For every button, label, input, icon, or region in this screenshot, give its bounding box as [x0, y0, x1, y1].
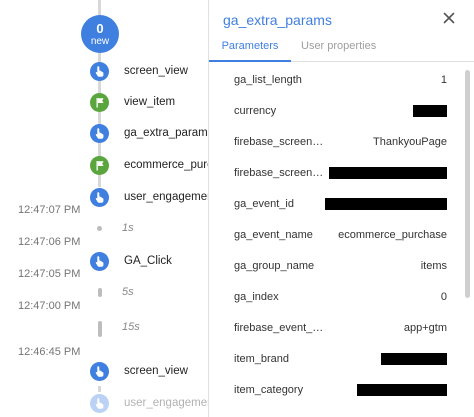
redacted-value — [381, 353, 447, 365]
param-key: currency — [234, 105, 277, 117]
flag-icon — [90, 155, 109, 175]
timeline-line — [98, 0, 101, 16]
param-key: firebase_screen_id — [234, 167, 326, 179]
event-label: user_engagement — [124, 191, 210, 203]
close-icon[interactable] — [441, 10, 457, 26]
param-row: firebase_screen_cl... ThankyouPage — [209, 128, 461, 159]
timeline-event[interactable]: screen_view — [90, 360, 188, 382]
param-key: ga_list_length — [234, 74, 302, 86]
timestamp: 12:47:00 PM — [18, 300, 81, 312]
event-detail-panel: ga_extra_params Parameters User properti… — [208, 0, 474, 417]
event-timeline: 0 new screen_view view_item ga_extra_par… — [0, 0, 210, 417]
event-label: view_item — [124, 96, 176, 108]
timestamp: 12:46:45 PM — [18, 346, 81, 358]
redacted-value — [325, 198, 447, 210]
param-key: ga_event_name — [234, 229, 313, 241]
event-label: GA_Click — [124, 255, 172, 267]
timeline-event[interactable]: screen_view — [90, 60, 188, 82]
panel-tabs: Parameters User properties — [209, 36, 474, 62]
timeline-event[interactable]: user_engagement — [90, 392, 210, 414]
param-row: item_brand — [209, 345, 461, 376]
gap-marker — [98, 288, 102, 297]
param-value: app+gtm — [403, 322, 447, 334]
new-events-badge[interactable]: 0 new — [81, 15, 119, 53]
tab-user-properties[interactable]: User properties — [301, 38, 376, 62]
time-gap-label: 1s — [122, 222, 134, 234]
new-events-label: new — [90, 35, 110, 47]
param-row: item_category — [209, 376, 461, 407]
panel-title: ga_extra_params — [223, 12, 332, 28]
timeline-event[interactable]: user_engagement — [90, 186, 210, 208]
timeline-event[interactable]: ga_extra_params — [90, 122, 210, 144]
event-label: ga_extra_params — [124, 127, 210, 139]
param-key: ga_event_id — [234, 198, 294, 210]
user-touch-icon — [90, 187, 109, 207]
param-value: items — [420, 260, 447, 272]
gap-marker — [98, 321, 102, 337]
timestamp: 12:47:05 PM — [18, 268, 81, 280]
param-row: ga_event_name ecommerce_purchase — [209, 221, 461, 252]
redacted-value — [329, 167, 447, 179]
param-row: ga_group_name items — [209, 252, 461, 283]
param-row: ga_event_id — [209, 190, 461, 221]
param-key: firebase_event_ori... — [234, 322, 326, 334]
timestamp: 12:47:07 PM — [18, 204, 81, 216]
event-label: user_engagement — [124, 397, 210, 409]
redacted-value — [357, 384, 447, 396]
timeline-event[interactable]: GA_Click — [90, 250, 172, 272]
param-key: firebase_screen_cl... — [234, 136, 326, 148]
param-row: firebase_event_ori... app+gtm — [209, 314, 461, 345]
param-key: ga_group_name — [234, 260, 315, 272]
param-key: item_category — [234, 384, 304, 396]
gap-marker — [97, 226, 102, 231]
timeline-event[interactable]: view_item — [90, 91, 175, 113]
param-key: ga_index — [234, 291, 279, 303]
scrollbar[interactable] — [463, 66, 471, 417]
redacted-value — [413, 105, 447, 117]
event-label: screen_view — [124, 365, 188, 377]
param-row: currency — [209, 97, 461, 128]
user-touch-icon — [90, 61, 109, 81]
param-key: item_brand — [234, 353, 290, 365]
flag-icon — [90, 92, 109, 112]
param-value: 1 — [440, 74, 447, 86]
param-row: ga_list_length 1 — [209, 66, 461, 97]
user-touch-icon — [90, 123, 109, 143]
param-value: ThankyouPage — [373, 136, 447, 148]
timestamp: 12:47:06 PM — [18, 236, 81, 248]
event-label: screen_view — [124, 65, 188, 77]
time-gap-label: 15s — [122, 321, 140, 333]
param-value: ecommerce_purchase — [338, 229, 447, 241]
timeline-event[interactable]: ecommerce_purchase — [90, 154, 210, 176]
new-events-count: 0 — [96, 20, 104, 36]
tab-parameters[interactable]: Parameters — [209, 38, 291, 62]
user-touch-icon — [90, 393, 109, 413]
user-touch-icon — [90, 251, 109, 271]
event-label: ecommerce_purchase — [124, 159, 210, 171]
parameter-list: ga_list_length 1 currency firebase_scree… — [209, 66, 461, 417]
user-touch-icon — [90, 361, 109, 381]
time-gap-label: 5s — [122, 286, 134, 298]
param-value: 0 — [440, 291, 447, 303]
scrollbar-thumb[interactable] — [465, 70, 470, 298]
param-row: firebase_screen_id — [209, 159, 461, 190]
param-row: ga_index 0 — [209, 283, 461, 314]
